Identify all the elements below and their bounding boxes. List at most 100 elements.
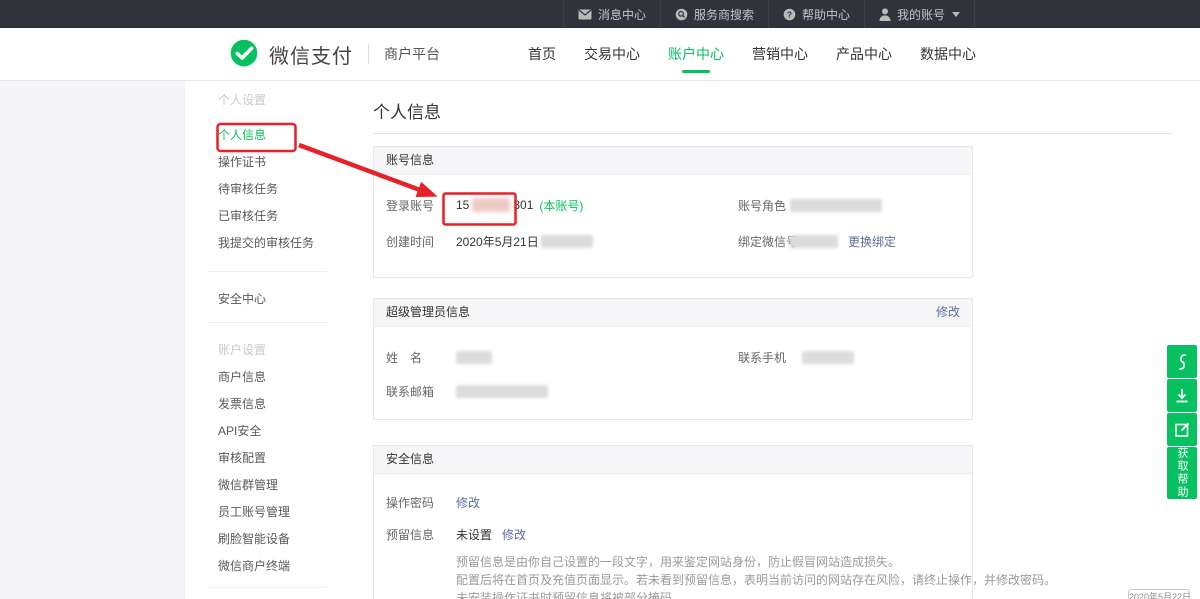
- sidebar-item-wechat-group-mgmt[interactable]: 微信群管理: [185, 472, 345, 499]
- account-info-card: 账号信息 登录账号 15301 (本账号) 账号角色 创建时间 2020年5月2…: [373, 146, 973, 278]
- nav-item-transactions[interactable]: 交易中心: [570, 28, 654, 81]
- page-body: 个人设置 个人信息 操作证书 待审核任务 已审核任务 我提交的审核任务 安全中心…: [0, 81, 1200, 599]
- sidebar-item-invoice-info[interactable]: 发票信息: [185, 391, 345, 418]
- sidebar-divider: [207, 322, 327, 323]
- login-account-row: 登录账号 15301 (本账号): [386, 197, 583, 213]
- login-account-value: 15301: [456, 198, 533, 213]
- modify-reserved-link[interactable]: 修改: [502, 526, 526, 543]
- topbar-item-help-center[interactable]: ? 帮助中心: [768, 0, 864, 28]
- description-line: 未安装操作证书时预留信息将被部分掩码。: [456, 589, 1056, 599]
- redacted-value: [456, 351, 492, 364]
- admin-name-row: 姓 名: [386, 349, 492, 365]
- modify-password-link[interactable]: 修改: [456, 494, 480, 511]
- created-time-row: 创建时间 2020年5月21日: [386, 233, 593, 249]
- topbar-item-label: 服务商搜索: [694, 6, 754, 23]
- header: 微信支付 商户平台 首页 交易中心 账户中心 营销中心 产品中心 数据中心: [0, 28, 1200, 81]
- contact-email-label: 联系邮箱: [386, 383, 456, 400]
- description-line: 配置后将在首页及充值页面显示。若未看到预留信息，表明当前访问的网站存在风险，请终…: [456, 571, 1056, 589]
- logo-divider: [368, 44, 369, 64]
- sidebar: 个人设置 个人信息 操作证书 待审核任务 已审核任务 我提交的审核任务 安全中心…: [185, 81, 345, 599]
- sidebar-item-staff-account-mgmt[interactable]: 员工账号管理: [185, 499, 345, 526]
- contact-phone-label: 联系手机: [738, 349, 790, 366]
- redacted-value: [790, 199, 882, 212]
- date-badge: 2020年5月22日: [1128, 589, 1190, 599]
- help-icon: ?: [783, 8, 796, 21]
- operation-password-row: 操作密码 修改: [386, 494, 480, 510]
- operation-password-label: 操作密码: [386, 494, 456, 511]
- quick-link-button[interactable]: [1167, 345, 1197, 378]
- topbar-item-my-account[interactable]: 我的账号: [864, 0, 975, 28]
- sidebar-item-security-center[interactable]: 安全中心: [185, 286, 345, 313]
- nav-item-home[interactable]: 首页: [514, 28, 570, 81]
- topbar-item-label: 我的账号: [897, 6, 945, 23]
- sidebar-item-face-smart-device[interactable]: 刷脸智能设备: [185, 526, 345, 553]
- sidebar-item-review-config[interactable]: 审核配置: [185, 445, 345, 472]
- feedback-button[interactable]: [1167, 413, 1197, 446]
- redacted-value: [472, 198, 510, 212]
- topbar-item-label: 消息中心: [598, 6, 646, 23]
- redacted-value: [802, 351, 854, 364]
- sidebar-item-api-security[interactable]: API安全: [185, 418, 345, 445]
- redacted-value: [790, 235, 838, 248]
- download-icon: [1174, 387, 1190, 405]
- card-header-account-info: 账号信息: [386, 147, 434, 174]
- chevron-down-icon: [952, 12, 960, 17]
- reserved-info-label: 预留信息: [386, 526, 456, 543]
- sidebar-item-reviewed-tasks[interactable]: 已审核任务: [185, 203, 345, 230]
- main-nav: 首页 交易中心 账户中心 营销中心 产品中心 数据中心: [514, 28, 990, 81]
- sidebar-item-merchant-info[interactable]: 商户信息: [185, 364, 345, 391]
- edit-icon: [1174, 421, 1191, 438]
- nav-item-marketing[interactable]: 营销中心: [738, 28, 822, 81]
- topbar: 消息中心 服务商搜索 ? 帮助中心 我的账号: [0, 0, 1200, 28]
- topbar-item-messages[interactable]: 消息中心: [563, 0, 660, 28]
- contact-phone-row: 联系手机: [738, 349, 854, 365]
- svg-text:?: ?: [787, 9, 792, 19]
- wechat-pay-icon: [228, 38, 260, 70]
- title-divider: [373, 133, 1173, 134]
- user-icon: [879, 8, 891, 21]
- admin-name-label: 姓 名: [386, 349, 456, 366]
- redacted-value: [456, 385, 548, 398]
- get-help-button[interactable]: 获取帮助: [1167, 447, 1197, 499]
- modify-admin-link[interactable]: 修改: [936, 299, 960, 326]
- search-icon: [675, 8, 688, 21]
- sidebar-item-pending-review-tasks[interactable]: 待审核任务: [185, 176, 345, 203]
- nav-item-products[interactable]: 产品中心: [822, 28, 906, 81]
- bound-wechat-label: 绑定微信号: [738, 233, 790, 250]
- sidebar-item-my-submitted-tasks[interactable]: 我提交的审核任务: [185, 230, 345, 257]
- account-role-label: 账号角色: [738, 197, 790, 214]
- reserved-info-row: 预留信息 未设置 修改: [386, 526, 526, 542]
- portal-label: 商户平台: [384, 44, 440, 64]
- sidebar-heading-account-settings: 账户设置: [185, 337, 345, 364]
- link-icon: [1174, 352, 1190, 372]
- brand-name: 微信支付: [269, 40, 353, 69]
- created-time-value: 2020年5月21日: [456, 233, 539, 250]
- sidebar-item-operation-certificate[interactable]: 操作证书: [185, 149, 345, 176]
- mail-icon: [578, 9, 592, 20]
- sidebar-item-personal-info[interactable]: 个人信息: [185, 122, 345, 149]
- brand-logo[interactable]: 微信支付: [228, 38, 353, 70]
- super-admin-card: 超级管理员信息 修改 姓 名 联系手机 联系邮箱: [373, 298, 973, 420]
- contact-email-row: 联系邮箱: [386, 383, 548, 399]
- description-line: 预留信息是由你自己设置的一段文字，用来鉴定网站身份，防止假冒网站造成损失。: [456, 553, 1056, 571]
- redacted-value: [541, 235, 593, 248]
- sidebar-divider: [207, 271, 327, 272]
- card-header-security-info: 安全信息: [386, 446, 434, 473]
- topbar-item-label: 帮助中心: [802, 6, 850, 23]
- nav-item-account-center[interactable]: 账户中心: [654, 28, 738, 81]
- download-button[interactable]: [1167, 379, 1197, 412]
- security-info-card: 安全信息 操作密码 修改 预留信息 未设置 修改 预留信息是由你自己设置的一段文…: [373, 445, 973, 599]
- reserved-info-value: 未设置: [456, 526, 492, 543]
- card-header-super-admin: 超级管理员信息: [386, 299, 470, 326]
- account-role-row: 账号角色: [738, 197, 882, 213]
- bound-wechat-row: 绑定微信号 更换绑定: [738, 233, 896, 249]
- sidebar-heading-personal-settings: 个人设置: [185, 87, 345, 114]
- sidebar-item-wechat-merchant-terminal[interactable]: 微信商户终端: [185, 553, 345, 580]
- change-binding-link[interactable]: 更换绑定: [848, 233, 896, 250]
- nav-item-data-center[interactable]: 数据中心: [906, 28, 990, 81]
- topbar-item-sp-search[interactable]: 服务商搜索: [660, 0, 768, 28]
- current-account-tag: (本账号): [539, 197, 583, 214]
- created-time-label: 创建时间: [386, 233, 456, 250]
- reserved-info-description: 预留信息是由你自己设置的一段文字，用来鉴定网站身份，防止假冒网站造成损失。 配置…: [456, 553, 1056, 599]
- sidebar-divider: [207, 587, 327, 588]
